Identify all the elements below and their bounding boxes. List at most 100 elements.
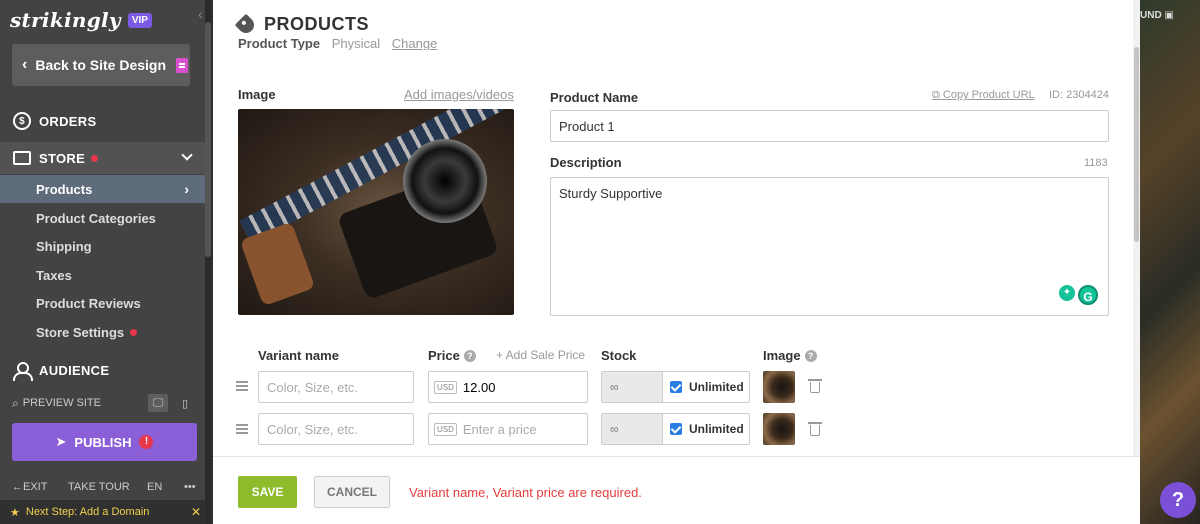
variant-stock-field[interactable]: ∞ Unlimited — [601, 371, 750, 403]
sidebar: strikingly VIP ‹ ‹ Back to Site Design $… — [0, 0, 211, 524]
drag-handle-icon[interactable] — [236, 424, 248, 434]
sidebar-item-taxes[interactable]: Taxes — [0, 261, 205, 289]
lightbulb-icon[interactable]: ✦ — [1059, 285, 1075, 301]
modal-scrollbar[interactable] — [1133, 0, 1140, 456]
sidebar-item-product-reviews[interactable]: Product Reviews — [0, 289, 205, 317]
sidebar-scrollbar[interactable] — [205, 0, 211, 524]
copy-product-url-link[interactable]: ⧉ Copy Product URL — [932, 89, 1035, 102]
product-type-label: Product Type — [238, 36, 321, 50]
mobile-preview-icon[interactable]: ▯ — [175, 394, 195, 412]
image-icon: ▣ — [1164, 10, 1174, 21]
sidebar-item-shipping[interactable]: Shipping — [0, 232, 205, 260]
copy-icon: ⧉ — [932, 89, 940, 101]
take-tour-button[interactable]: TAKE TOUR — [68, 481, 130, 493]
grammarly-icon[interactable]: G — [1078, 285, 1098, 305]
stock-quantity: ∞ — [602, 372, 663, 402]
variant-name-input[interactable]: Color, Size, etc. — [258, 371, 414, 403]
logo[interactable]: strikingly — [10, 8, 121, 32]
variant-price-input[interactable]: USD Enter a price — [428, 413, 588, 445]
nav-audience-label: AUDIENCE — [39, 362, 110, 378]
publish-button[interactable]: ➤ PUBLISH ! — [12, 423, 197, 461]
price-placeholder: Enter a price — [462, 421, 537, 437]
validation-error: Variant name, Variant price are required… — [409, 485, 642, 500]
cancel-button[interactable]: CANCEL — [314, 476, 390, 508]
grammarly-widget[interactable]: ✦ G — [1059, 285, 1098, 305]
description-label: Description — [550, 155, 622, 170]
nav-orders-label: ORDERS — [39, 113, 97, 129]
audience-icon — [13, 362, 33, 381]
nav-store-label: STORE — [39, 150, 86, 166]
add-images-link[interactable]: Add images/videos — [404, 87, 514, 102]
help-icon[interactable]: ? — [804, 350, 817, 362]
stock-header: Stock — [601, 348, 637, 363]
product-id: ID: 2304424 — [1049, 89, 1109, 101]
tag-icon — [234, 13, 258, 36]
variant-name-input[interactable]: Color, Size, etc. — [258, 413, 414, 445]
help-chat-button[interactable]: ? — [1160, 482, 1196, 518]
nav-store[interactable]: STORE — [0, 142, 205, 174]
chevron-left-icon: ‹ — [22, 56, 28, 73]
nav-orders[interactable]: $ ORDERS — [0, 106, 205, 136]
drag-handle-icon[interactable] — [236, 381, 248, 391]
nav-audience[interactable]: AUDIENCE — [0, 356, 205, 384]
sidebar-item-store-settings[interactable]: Store Settings — [0, 318, 205, 346]
description-textarea[interactable]: Sturdy Supportive ✦ G — [550, 177, 1109, 316]
variant-image-thumbnail[interactable] — [763, 413, 795, 445]
product-image[interactable] — [238, 109, 514, 315]
back-button-label: Back to Site Design — [35, 57, 167, 73]
search-icon: ⌕ — [12, 395, 19, 410]
next-step-label: Next Step: Add a Domain — [25, 506, 150, 518]
sidebar-item-product-categories[interactable]: Product Categories — [0, 204, 205, 232]
sidebar-item-label: Products — [36, 181, 93, 197]
logo-row: strikingly VIP — [0, 0, 211, 40]
product-name-label: Product Name — [550, 90, 639, 105]
stock-quantity: ∞ — [602, 414, 663, 444]
chevron-right-icon: › — [184, 181, 189, 197]
save-button[interactable]: SAVE — [238, 476, 297, 508]
exit-label: EXIT — [23, 481, 48, 493]
currency-badge: USD — [434, 422, 457, 436]
image-label: Image — [238, 87, 276, 102]
unlimited-toggle[interactable]: Unlimited — [663, 414, 749, 444]
product-name-input[interactable]: Product 1 — [550, 110, 1109, 142]
chevron-down-icon — [181, 149, 193, 161]
desktop-preview-icon[interactable]: 🖵 — [148, 394, 168, 412]
variant-stock-field[interactable]: ∞ Unlimited — [601, 413, 750, 445]
unlimited-checkbox[interactable] — [670, 381, 682, 393]
add-sale-price-link[interactable]: + Add Sale Price — [496, 348, 585, 362]
scrollbar-thumb[interactable] — [1134, 47, 1139, 242]
back-to-site-design-button[interactable]: ‹ Back to Site Design — [12, 44, 190, 86]
collapse-sidebar-icon[interactable]: ‹ — [198, 6, 203, 22]
product-type-change-link[interactable]: Change — [392, 36, 438, 50]
product-editor-modal: PRODUCTS Product Type Physical Change Im… — [213, 0, 1140, 524]
language-selector[interactable]: EN — [147, 481, 162, 493]
exit-button[interactable]: ← EXIT — [12, 481, 47, 493]
variant-image-thumbnail[interactable] — [763, 371, 795, 403]
close-icon[interactable]: ✕ — [191, 505, 201, 519]
next-step-banner[interactable]: ★ Next Step: Add a Domain ✕ — [0, 500, 211, 524]
unlimited-checkbox[interactable] — [670, 423, 682, 435]
image-header: Image? — [763, 348, 817, 363]
unlimited-toggle[interactable]: Unlimited — [663, 372, 749, 402]
more-icon[interactable]: ••• — [184, 481, 196, 493]
product-type-value: Physical — [331, 36, 381, 50]
trash-icon[interactable] — [808, 422, 822, 436]
warning-icon: ! — [139, 435, 154, 449]
publish-label: PUBLISH — [74, 434, 132, 450]
help-icon[interactable]: ? — [463, 350, 476, 362]
modal-title: PRODUCTS — [264, 14, 370, 34]
preview-site-link[interactable]: PREVIEW SITE — [23, 397, 101, 409]
modal-header: PRODUCTS — [234, 13, 370, 36]
variant-price-value: 12.00 — [462, 379, 496, 395]
variant-price-input[interactable]: USD 12.00 — [428, 371, 588, 403]
notification-dot — [91, 154, 99, 162]
star-icon: ★ — [10, 506, 20, 519]
site-preview-background: UND ▣ — [1140, 0, 1200, 524]
sidebar-item-label: Product Reviews — [36, 295, 141, 311]
scrollbar-thumb[interactable] — [205, 22, 211, 257]
variant-name-header: Variant name — [258, 348, 339, 363]
trash-icon[interactable] — [808, 379, 822, 393]
sidebar-item-products[interactable]: Products › — [0, 175, 205, 203]
price-header: Price? — [428, 348, 476, 363]
background-text: UND ▣ — [1140, 10, 1174, 21]
